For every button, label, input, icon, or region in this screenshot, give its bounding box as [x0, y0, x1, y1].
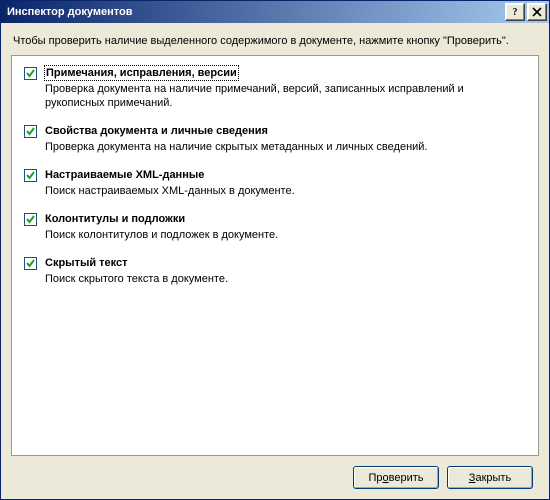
option-description: Поиск скрытого текста в документе.	[45, 272, 524, 286]
option-description: Проверка документа на наличие скрытых ме…	[45, 140, 524, 154]
close-button[interactable]	[527, 3, 547, 21]
dialog-footer: Проверить Закрыть	[11, 456, 539, 499]
titlebar: Инспектор документов ?	[1, 1, 549, 23]
option-item: Скрытый текст Поиск скрытого текста в док…	[24, 256, 524, 286]
option-text: Свойства документа и личные сведения Пров…	[45, 124, 524, 154]
option-item: Примечания, исправления, версии Проверка …	[24, 66, 524, 110]
option-description: Поиск настраиваемых XML-данных в докумен…	[45, 184, 524, 198]
option-item: Колонтитулы и подложки Поиск колонтитулов…	[24, 212, 524, 242]
option-title[interactable]: Скрытый текст	[45, 256, 128, 270]
titlebar-buttons: ?	[505, 3, 547, 21]
option-title[interactable]: Примечания, исправления, версии	[45, 66, 238, 80]
options-panel: Примечания, исправления, версии Проверка …	[11, 55, 539, 456]
option-checkbox[interactable]	[24, 125, 37, 138]
option-description: Проверка документа на наличие примечаний…	[45, 82, 524, 110]
dialog-window: Инспектор документов ? Чтобы проверить н…	[0, 0, 550, 500]
option-description: Поиск колонтитулов и подложек в документ…	[45, 228, 524, 242]
option-title[interactable]: Колонтитулы и подложки	[45, 212, 185, 226]
close-button-accel: З	[469, 472, 476, 484]
option-checkbox[interactable]	[24, 213, 37, 226]
option-text: Настраиваемые XML-данные Поиск настраивае…	[45, 168, 524, 198]
option-item: Свойства документа и личные сведения Пров…	[24, 124, 524, 154]
option-checkbox[interactable]	[24, 257, 37, 270]
client-area: Чтобы проверить наличие выделенного соде…	[1, 23, 549, 499]
option-text: Примечания, исправления, версии Проверка …	[45, 66, 524, 110]
close-dialog-button[interactable]: Закрыть	[447, 466, 533, 489]
option-checkbox[interactable]	[24, 169, 37, 182]
intro-text: Чтобы проверить наличие выделенного соде…	[13, 35, 537, 47]
svg-text:?: ?	[513, 7, 518, 17]
option-text: Скрытый текст Поиск скрытого текста в док…	[45, 256, 524, 286]
option-text: Колонтитулы и подложки Поиск колонтитулов…	[45, 212, 524, 242]
inspect-button[interactable]: Проверить	[353, 466, 439, 489]
window-title: Инспектор документов	[7, 6, 505, 18]
option-checkbox[interactable]	[24, 67, 37, 80]
inspect-button-pre: Пр	[368, 472, 382, 484]
option-item: Настраиваемые XML-данные Поиск настраивае…	[24, 168, 524, 198]
option-title[interactable]: Настраиваемые XML-данные	[45, 168, 204, 182]
help-button[interactable]: ?	[505, 3, 525, 21]
inspect-button-post: верить	[389, 472, 424, 484]
option-title[interactable]: Свойства документа и личные сведения	[45, 124, 268, 138]
close-button-post: акрыть	[475, 472, 511, 484]
